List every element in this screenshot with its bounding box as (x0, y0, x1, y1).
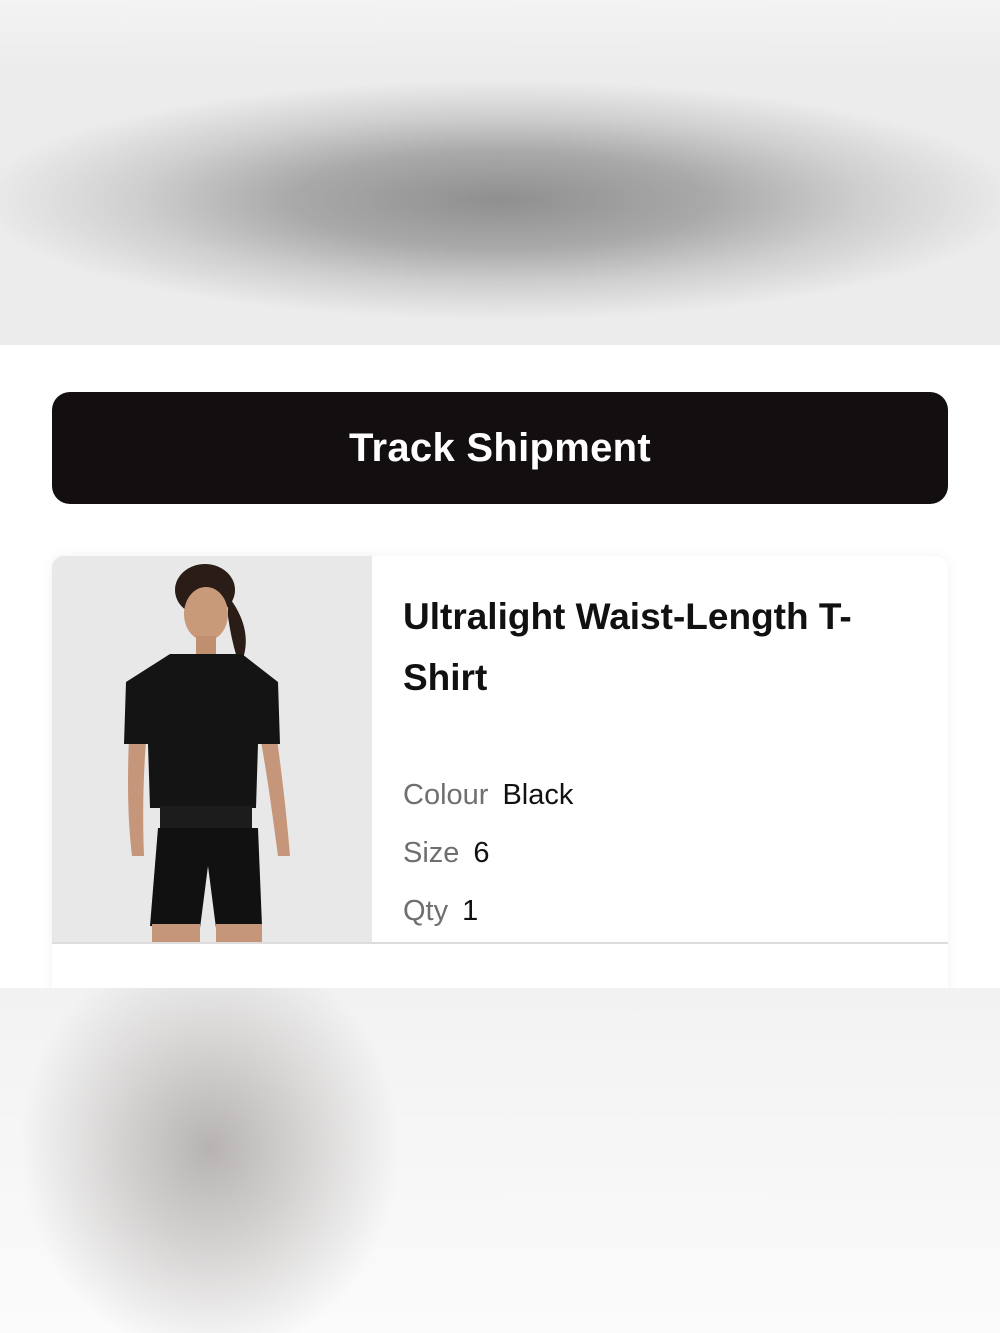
qty-label: Qty (403, 895, 449, 927)
size-row: Size 6 (403, 835, 490, 871)
qty-value: 1 (462, 895, 479, 927)
product-info: Ultralight Waist-Length T-Shirt Colour Bl… (403, 586, 923, 927)
track-shipment-button[interactable]: Track Shipment (52, 392, 948, 504)
page: Track Shipment Ultralight Waist-Length T… (0, 0, 1000, 1333)
product-title[interactable]: Ultralight Waist-Length T-Shirt (403, 586, 873, 708)
blurred-header-area (0, 0, 1000, 345)
size-value: 6 (473, 837, 490, 869)
colour-row: Colour Black (403, 777, 573, 813)
card-divider (52, 942, 948, 944)
qty-row: Qty 1 (403, 893, 478, 929)
product-image[interactable] (52, 556, 372, 942)
product-photo-illustration (52, 556, 372, 942)
order-content: Track Shipment Ultralight Waist-Length T… (0, 345, 1000, 988)
colour-value: Black (502, 779, 574, 811)
order-item-card[interactable]: Ultralight Waist-Length T-Shirt Colour Bl… (52, 556, 948, 988)
colour-label: Colour (403, 779, 489, 811)
blurred-footer-area (0, 988, 1000, 1333)
size-label: Size (403, 837, 460, 869)
